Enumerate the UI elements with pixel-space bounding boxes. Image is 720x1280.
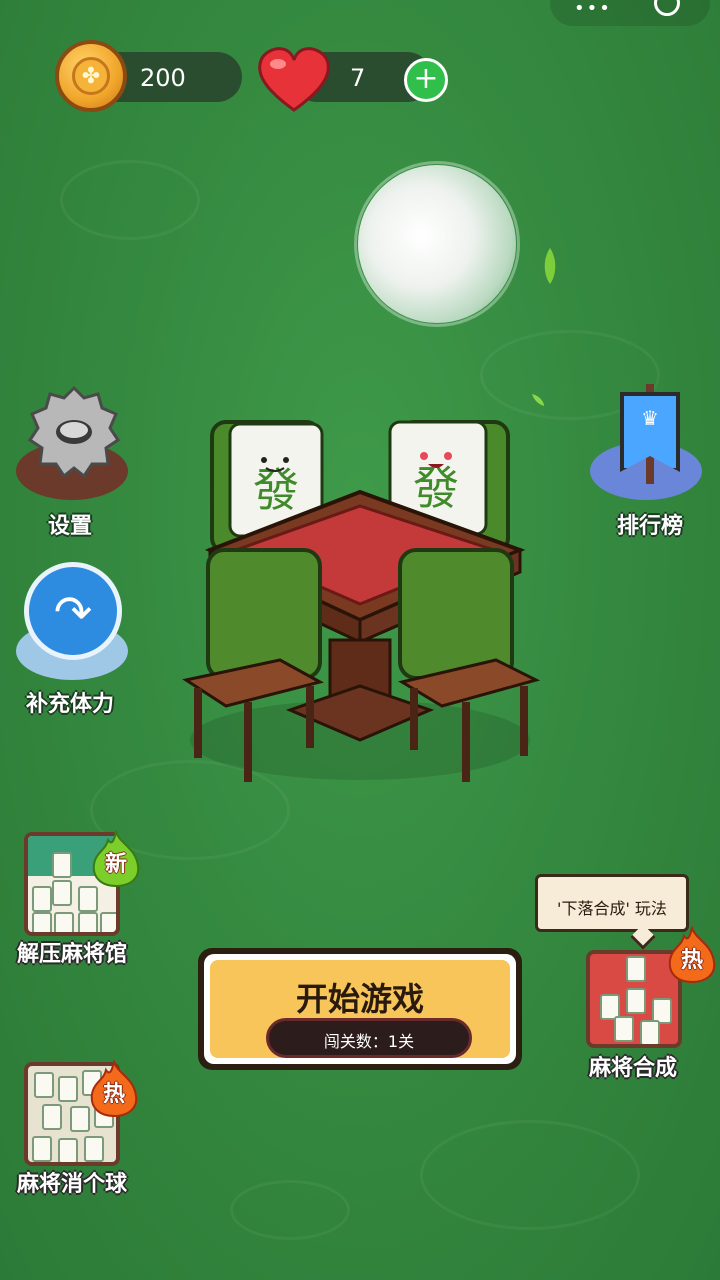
start-game-label: 开始游戏 [295,980,424,1018]
leaf-icon [544,248,556,284]
level-count-pill: 闯关数：1关 [266,1018,472,1058]
mahjong-ball-label: 麻将消个球 [16,1172,127,1197]
moon-decoration [354,161,520,327]
coin-count: 200 [140,64,186,92]
heart-icon [258,47,330,112]
miniprogram-capsule[interactable]: ••• [550,0,710,26]
merge-tooltip-text: '下落合成' 玩法 [557,899,667,918]
add-lives-button[interactable]: + [404,58,448,102]
hot-badge-label: 热 [102,1082,125,1107]
hot-badge-label: 热 [680,948,703,973]
leaf-icon [532,394,544,406]
close-icon[interactable] [654,0,680,16]
lives-count: 7 [350,64,366,92]
coin-icon: ✤ [55,40,127,112]
relax-mahjong-hall-button[interactable]: 新 解压麻将馆 [0,830,150,970]
new-badge-label: 新 [104,852,127,877]
mahjong-merge-button[interactable]: 热 麻将合成 [570,926,720,1086]
mahjong-merge-label: 麻将合成 [588,1056,677,1081]
level-count-text: 闯关数：1关 [323,1032,415,1051]
more-icon[interactable]: ••• [574,0,612,19]
settings-label: 设置 [47,514,92,539]
start-game-button[interactable]: 开始游戏 闯关数：1关 [198,948,522,1070]
svg-text:發: 發 [413,461,459,515]
redo-arrow-icon: ↷ [24,562,122,660]
merge-mode-tooltip: '下落合成' 玩法 [535,874,689,950]
relax-hall-label: 解压麻将馆 [16,942,127,967]
stamina-label: 补充体力 [25,692,114,717]
mahjong-table-illustration: 發 發 [182,420,540,782]
bg-swirl [60,160,200,240]
bg-swirl [230,1180,350,1240]
leaderboard-label: 排行榜 [616,514,683,539]
gear-icon [28,386,120,478]
bg-swirl [420,1120,640,1230]
mahjong-ball-button[interactable]: 热 麻将消个球 [0,1060,150,1200]
